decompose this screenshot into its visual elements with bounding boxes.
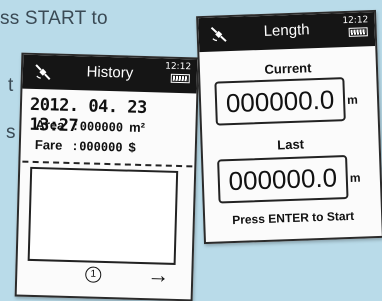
area-value: 000000 — [79, 119, 124, 135]
area-unit: m² — [128, 119, 146, 136]
arrow-right-icon[interactable]: → — [147, 262, 170, 289]
fare-row: Fare:000000 $ — [34, 136, 136, 155]
history-topbar: History 12:12 — [22, 54, 198, 94]
area-label: Area — [35, 116, 65, 133]
last-readout: 000000.0 — [217, 155, 349, 204]
clock-time: 12:12 — [165, 61, 192, 73]
last-unit: m — [349, 170, 361, 185]
history-screen: History 12:12 2012. 04. 23 13:27 Area:00… — [14, 52, 200, 301]
start-prompt: Press ENTER to Start — [231, 208, 355, 228]
current-unit: m — [346, 92, 359, 107]
area-row: Area:000000 m² — [35, 116, 146, 136]
background-text-line-1: ss START to — [0, 8, 108, 29]
fare-label: Fare — [34, 136, 63, 153]
length-topbar: Length 12:12 — [198, 11, 376, 53]
background-text-line-2: t — [8, 75, 14, 96]
fare-value: 000000 — [78, 139, 123, 155]
fare-unit: $ — [128, 139, 136, 155]
battery-icon — [348, 27, 368, 37]
last-label: Last — [276, 136, 305, 153]
current-label: Current — [264, 60, 312, 77]
clock-time: 12:12 — [342, 15, 369, 27]
battery-icon — [170, 73, 190, 84]
length-screen: Length 12:12 Current 000000.0 m Last 000… — [196, 9, 382, 245]
page-number[interactable]: 1 — [85, 266, 102, 283]
background-text-line-3: s — [6, 122, 16, 143]
map-preview-area — [27, 166, 179, 265]
current-readout: 000000.0 — [214, 77, 346, 126]
